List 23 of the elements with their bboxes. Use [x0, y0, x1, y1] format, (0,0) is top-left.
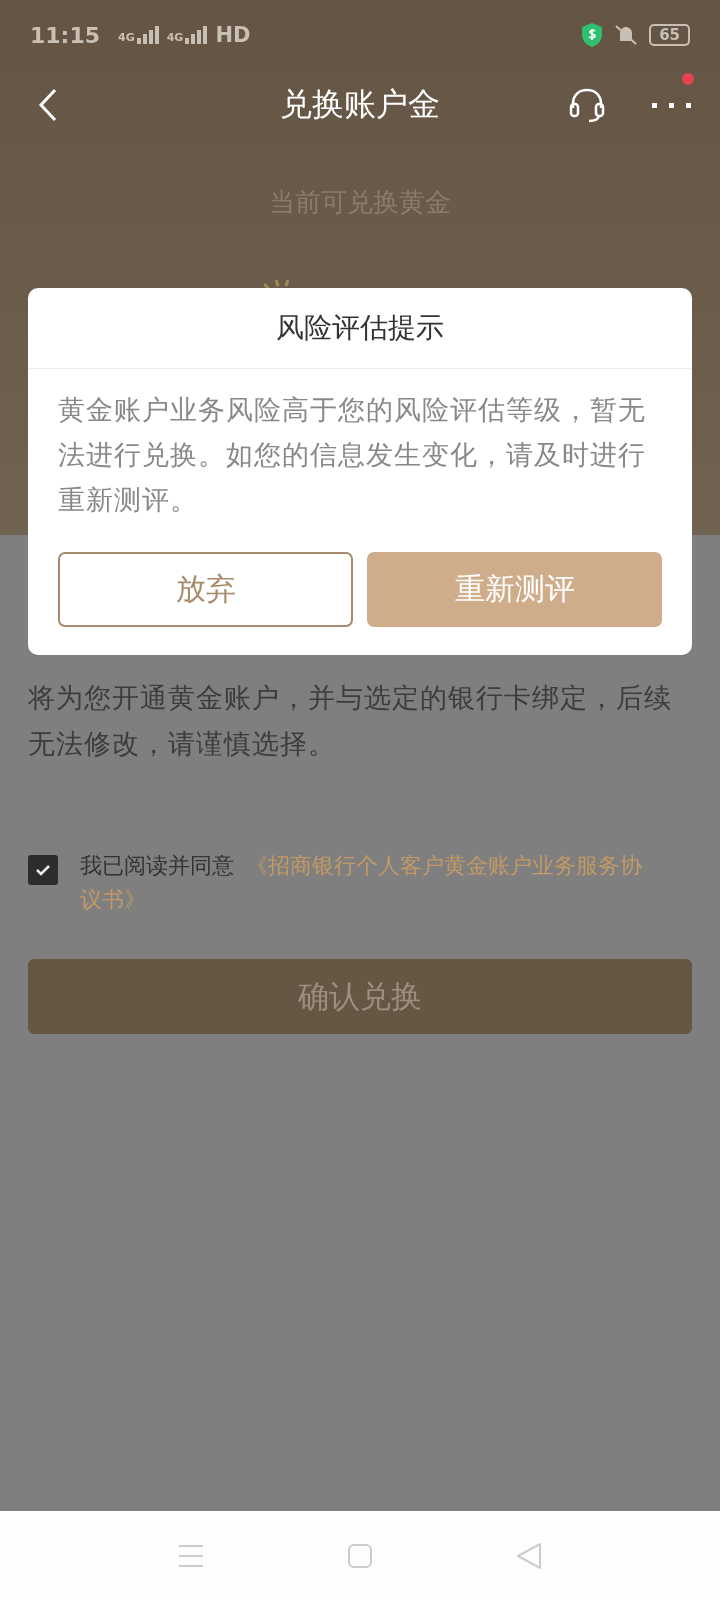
back-icon[interactable] — [38, 88, 58, 122]
signal-icon — [136, 26, 159, 44]
dialog-message: 黄金账户业务风险高于您的风险评估等级，暂无法进行兑换。如您的信息发生变化，请及时进行重新测评。 — [57, 393, 647, 517]
page-title: 兑换账户金 — [280, 84, 440, 125]
retest-button[interactable]: 重新测评 — [367, 552, 662, 627]
agreement-text: 我已阅读并同意 — [80, 852, 234, 880]
shield-icon — [581, 22, 604, 48]
confirm-button[interactable]: 确认兑换 — [28, 959, 692, 1034]
agreement-checkbox[interactable] — [28, 855, 58, 885]
dialog-title: 风险评估提示 — [28, 288, 692, 369]
battery-level: 65 — [649, 24, 690, 46]
agreement-link[interactable]: 议书》 — [80, 883, 146, 917]
status-time: 11:15 — [30, 22, 101, 48]
notice-text: 将为您开通黄金账户，并与选定的银行卡绑定，后续无法修改，请谨慎选择。 — [28, 681, 673, 761]
network-label: 4G — [166, 31, 184, 44]
hd-label: HD — [215, 23, 251, 47]
more-icon[interactable] — [652, 101, 692, 109]
network-label: 4G — [118, 31, 135, 44]
check-icon — [35, 864, 51, 876]
signal-icon — [185, 26, 208, 44]
cancel-button[interactable]: 放弃 — [58, 552, 353, 627]
headset-icon[interactable] — [568, 86, 606, 124]
agreement-link[interactable]: 《招商银行个人客户黄金账户业务服务协 — [246, 849, 642, 883]
